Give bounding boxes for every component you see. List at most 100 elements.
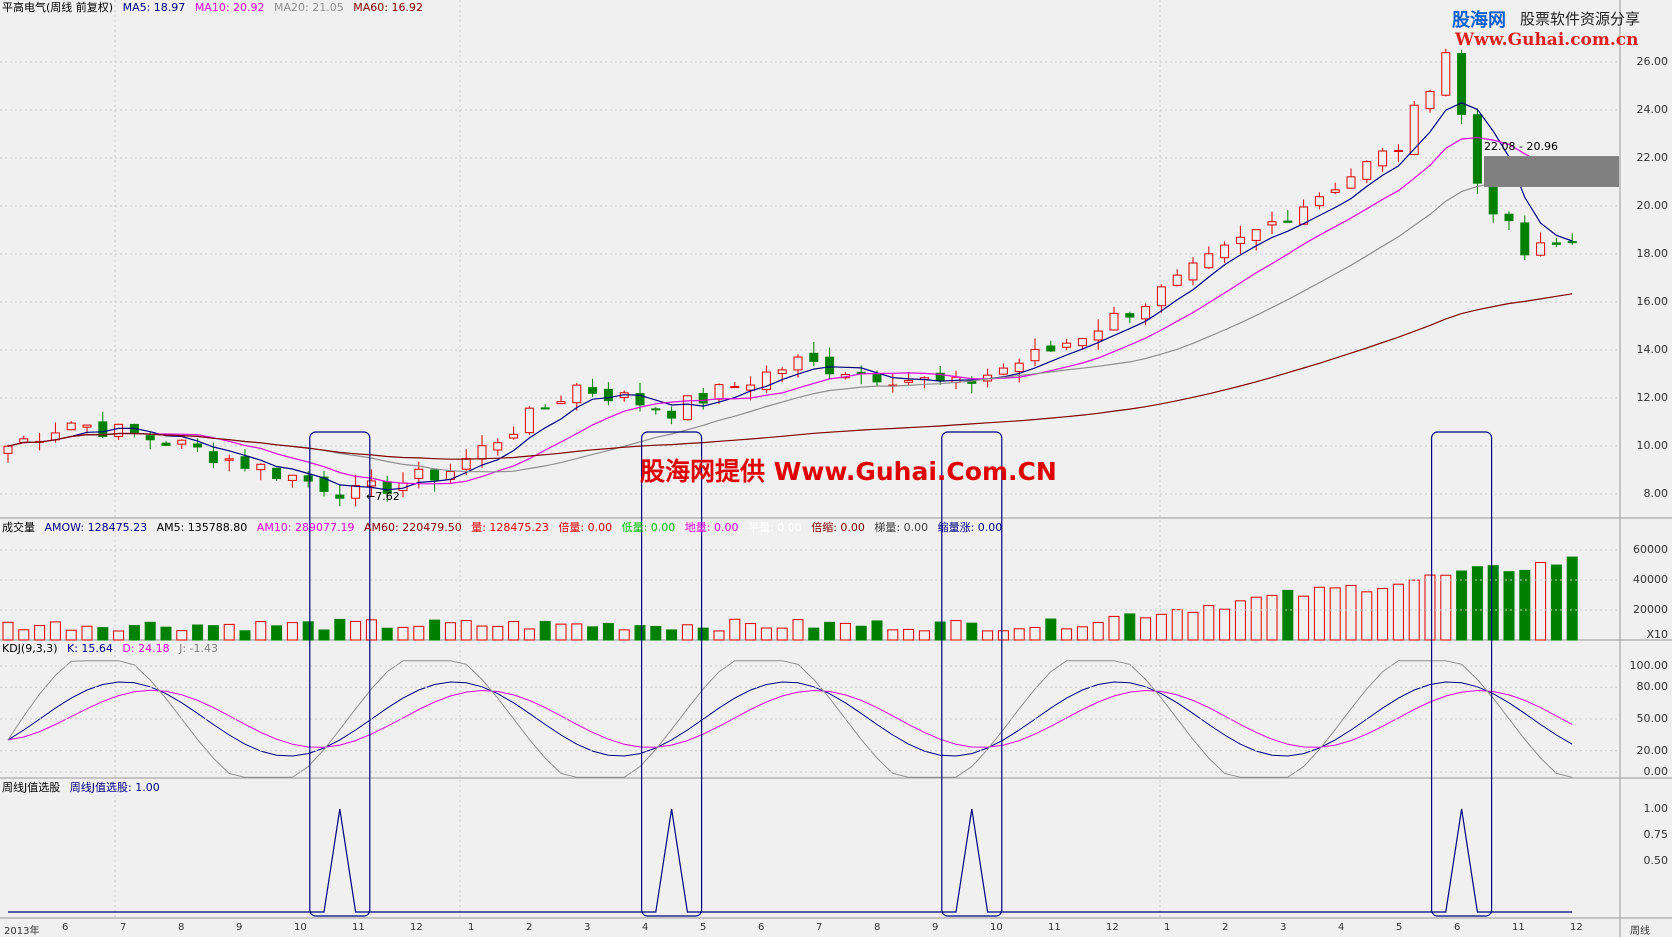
volume-bar (381, 627, 393, 641)
candle-body (1425, 90, 1435, 110)
candle-body (1141, 305, 1151, 320)
candle-body (1188, 262, 1198, 281)
candle-body (461, 458, 471, 470)
price-panel-header: 平高电气(周线 前复权) MA5: 18.97 MA10: 20.92 MA20… (2, 1, 429, 15)
candle-body (1204, 253, 1214, 269)
time-tick-label: 5 (1396, 922, 1403, 933)
liang-value: 量: 128475.23 (471, 521, 549, 534)
volume-bar (1329, 587, 1341, 641)
candle-body (1393, 149, 1403, 152)
volume-bar (918, 630, 930, 641)
volume-bar (1345, 584, 1357, 641)
volume-bar (49, 621, 61, 641)
candle-body (430, 469, 440, 481)
volume-bar (397, 626, 409, 641)
suoliangzhang-value: 缩量涨: 0.00 (937, 521, 1003, 534)
volume-bar (1140, 617, 1152, 641)
candle-body (1093, 330, 1103, 341)
volume-bar (97, 627, 109, 641)
volume-bar (1013, 628, 1025, 641)
time-tick-label: 7 (816, 922, 823, 933)
volume-bar (350, 620, 362, 641)
volume-bar (824, 621, 836, 641)
volume-tick-label: 60000 (1633, 543, 1668, 556)
volume-bar (1155, 613, 1167, 641)
price-tick-label: 24.00 (1636, 103, 1669, 116)
time-tick-label: 10 (990, 922, 1003, 933)
volume-bar (1519, 569, 1531, 641)
price-tick-label: 22.00 (1636, 151, 1669, 164)
candle-body (572, 384, 582, 404)
j-tick-label: 1.00 (1643, 802, 1669, 815)
ma60-value: MA60: 16.92 (353, 1, 423, 14)
price-range-label: 22.08 - 20.96 (1484, 140, 1558, 153)
candle-body (240, 456, 250, 469)
candle-body (777, 369, 787, 375)
volume-bar (776, 627, 788, 641)
beisuo-value: 倍缩: 0.00 (811, 521, 865, 534)
time-tick-label: 5 (700, 922, 707, 933)
candle-body (1346, 176, 1356, 189)
volume-bar (508, 621, 520, 641)
candle-body (66, 422, 76, 431)
candle-body (287, 474, 297, 481)
time-tick-label: 12 (1106, 922, 1119, 933)
volume-bar (555, 623, 567, 641)
signal-highlight-box (640, 431, 703, 917)
volume-bar (444, 622, 456, 641)
volume-bar (302, 621, 314, 641)
stock-name: 平高电气(周线 前复权) (2, 1, 114, 14)
time-tick-label: 2 (1222, 922, 1229, 933)
candle-body (540, 407, 550, 410)
candle-body (793, 356, 803, 371)
volume-tick-label: 40000 (1633, 573, 1668, 586)
candle-body (1409, 104, 1419, 155)
candle-body (1014, 362, 1024, 373)
candle-body (1251, 229, 1261, 241)
price-tick-label: 20.00 (1636, 199, 1669, 212)
volume-bar (982, 630, 994, 641)
volume-bar (666, 629, 678, 641)
candle-body (1330, 189, 1340, 193)
site-logo-name: 股海网 (1452, 10, 1506, 31)
j-signal-line (8, 808, 1573, 913)
volume-bar (1503, 571, 1515, 641)
volume-bar (429, 619, 441, 641)
candle-body (414, 468, 424, 479)
volume-bar (650, 625, 662, 641)
price-tick-label: 18.00 (1636, 247, 1669, 260)
volume-bar (1092, 621, 1104, 641)
candle-body (193, 443, 203, 448)
candle-body (1378, 150, 1388, 167)
kdj-title: KDJ(9,3,3) (2, 642, 58, 655)
time-tick-label: 11 (352, 922, 365, 933)
volume-bar (176, 630, 188, 641)
period-label[interactable]: 周线 (1630, 922, 1650, 937)
volume-bar (1029, 626, 1041, 641)
volume-bar (239, 630, 251, 641)
time-tick-label: 8 (178, 922, 185, 933)
volume-bar (128, 625, 140, 641)
volume-bar (1266, 594, 1278, 641)
volume-bar (760, 627, 772, 641)
time-tick-label: 8 (874, 922, 881, 933)
candle-body (714, 384, 724, 400)
volume-bar (855, 625, 867, 641)
candle-body (746, 384, 756, 391)
volume-bar (1298, 595, 1310, 641)
candle-body (1267, 221, 1277, 226)
volume-bar (65, 629, 77, 641)
ma5-line (7, 102, 1573, 491)
candle-body (1362, 161, 1372, 180)
candle-body (161, 442, 171, 446)
time-tick-label: 11 (1048, 922, 1061, 933)
volume-bar (413, 625, 425, 641)
volume-bar (1187, 611, 1199, 641)
candle-body (303, 475, 313, 482)
candle-body (1314, 196, 1324, 207)
vol-title: 成交量 (2, 521, 35, 534)
diliang2-value: 地量: 0.00 (684, 521, 739, 534)
volume-bar (792, 619, 804, 641)
candle-body (872, 374, 882, 383)
time-tick-label: 11 (1512, 922, 1525, 933)
